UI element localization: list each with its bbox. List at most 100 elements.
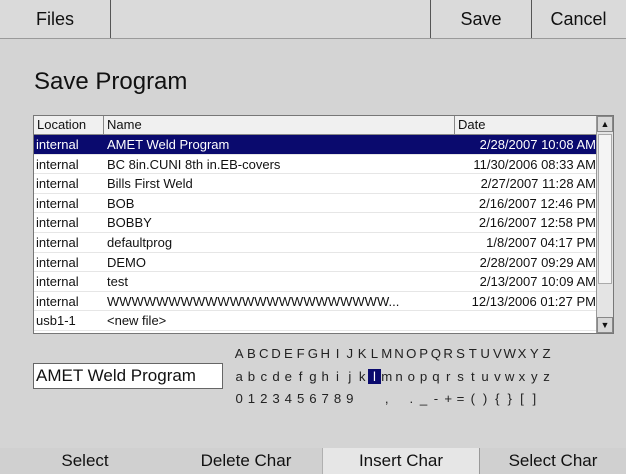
keyboard-key[interactable]: 8 [331, 391, 343, 406]
keyboard-key[interactable]: a [233, 369, 245, 384]
keyboard-key[interactable]: t [467, 369, 479, 384]
keyboard-key[interactable]: J [344, 346, 356, 361]
keyboard-key[interactable]: 9 [344, 391, 356, 406]
select-char-button[interactable]: Select Char [479, 448, 626, 474]
keyboard-key[interactable]: g [307, 369, 319, 384]
files-button[interactable]: Files [0, 0, 111, 38]
save-button[interactable]: Save [430, 0, 532, 38]
keyboard-key[interactable]: C [258, 346, 270, 361]
table-row[interactable]: internal BOB 2/16/2007 12:46 PM [34, 194, 596, 214]
keyboard-key[interactable]: V [491, 346, 503, 361]
keyboard-key[interactable]: 3 [270, 391, 282, 406]
keyboard-key[interactable]: R [442, 346, 454, 361]
keyboard-key[interactable]: O [405, 346, 417, 361]
scroll-thumb[interactable] [598, 134, 612, 284]
keyboard-key[interactable]: B [245, 346, 257, 361]
keyboard-key[interactable]: , [381, 391, 393, 406]
keyboard-key[interactable]: X [516, 346, 528, 361]
keyboard-key[interactable]: + [442, 391, 454, 406]
keyboard-key[interactable]: 1 [245, 391, 257, 406]
scroll-up-icon[interactable]: ▲ [597, 116, 613, 132]
keyboard-key[interactable]: k [356, 369, 368, 384]
keyboard-key[interactable]: c [258, 369, 270, 384]
keyboard-key[interactable]: S [454, 346, 466, 361]
table-row[interactable]: internal defaultprog 1/8/2007 04:17 PM [34, 233, 596, 253]
keyboard-key[interactable]: L [368, 346, 380, 361]
scroll-down-icon[interactable]: ▼ [597, 317, 613, 333]
keyboard-key[interactable]: I [331, 346, 343, 361]
keyboard-key[interactable]: _ [417, 391, 429, 406]
keyboard-key[interactable]: P [417, 346, 429, 361]
table-row[interactable]: usb1-1 <new file> [34, 311, 596, 331]
keyboard-key[interactable]: [ [516, 391, 528, 406]
table-row[interactable]: internal AMET Weld Program 2/28/2007 10:… [34, 135, 596, 155]
keyboard-key[interactable]: l [368, 369, 381, 384]
cell-date: 2/16/2007 12:58 PM [478, 215, 596, 231]
keyboard-key[interactable]: m [381, 369, 393, 384]
keyboard-key[interactable]: e [282, 369, 294, 384]
table-row[interactable]: internal test 2/13/2007 10:09 AM [34, 272, 596, 292]
keyboard-key[interactable]: r [442, 369, 454, 384]
keyboard-key[interactable]: A [233, 346, 245, 361]
column-header-name[interactable]: Name [104, 116, 455, 134]
keyboard-key[interactable]: ] [528, 391, 540, 406]
keyboard-key[interactable]: ) [479, 391, 491, 406]
keyboard-key[interactable]: w [504, 369, 516, 384]
vertical-scrollbar[interactable]: ▲ ▼ [596, 116, 613, 333]
keyboard-key[interactable]: D [270, 346, 282, 361]
keyboard-key[interactable]: y [528, 369, 540, 384]
keyboard-key[interactable]: j [344, 369, 356, 384]
keyboard-key[interactable]: q [430, 369, 442, 384]
keyboard-key[interactable]: n [393, 369, 405, 384]
table-row[interactable]: internal WWWWWWWWWWWWWWWWWWWWWWW... 12/1… [34, 292, 596, 312]
keyboard-key[interactable]: . [405, 391, 417, 406]
keyboard-key[interactable]: i [331, 369, 343, 384]
keyboard-key[interactable]: N [393, 346, 405, 361]
keyboard-key[interactable]: u [479, 369, 491, 384]
keyboard-key[interactable]: Q [430, 346, 442, 361]
keyboard-key[interactable]: = [454, 391, 466, 406]
filename-input[interactable]: AMET Weld Program [33, 363, 223, 389]
keyboard-key[interactable]: z [540, 369, 552, 384]
keyboard-key[interactable]: ( [467, 391, 479, 406]
keyboard-key[interactable]: x [516, 369, 528, 384]
keyboard-key[interactable]: M [381, 346, 393, 361]
keyboard-key[interactable]: G [307, 346, 319, 361]
keyboard-key[interactable]: d [270, 369, 282, 384]
keyboard-key[interactable]: - [430, 391, 442, 406]
keyboard-key[interactable]: } [504, 391, 516, 406]
keyboard-key[interactable]: p [417, 369, 429, 384]
keyboard-key[interactable]: 0 [233, 391, 245, 406]
keyboard-key[interactable]: v [491, 369, 503, 384]
keyboard-key[interactable]: f [294, 369, 306, 384]
select-button[interactable]: Select [0, 448, 170, 474]
keyboard-key[interactable]: Y [528, 346, 540, 361]
table-row[interactable]: internal Bills First Weld 2/27/2007 11:2… [34, 174, 596, 194]
table-row[interactable]: internal BOBBY 2/16/2007 12:58 PM [34, 213, 596, 233]
column-header-date[interactable]: Date [455, 116, 596, 134]
keyboard-key[interactable]: H [319, 346, 331, 361]
keyboard-key[interactable]: 5 [294, 391, 306, 406]
table-row[interactable]: internal DEMO 2/28/2007 09:29 AM [34, 253, 596, 273]
keyboard-key[interactable]: { [491, 391, 503, 406]
keyboard-key[interactable]: K [356, 346, 368, 361]
keyboard-key[interactable]: E [282, 346, 294, 361]
keyboard-key[interactable]: 7 [319, 391, 331, 406]
keyboard-key[interactable]: s [454, 369, 466, 384]
keyboard-key[interactable]: b [245, 369, 257, 384]
cancel-button[interactable]: Cancel [531, 0, 626, 38]
insert-char-button[interactable]: Insert Char [322, 448, 479, 474]
keyboard-key[interactable]: W [504, 346, 516, 361]
keyboard-key[interactable]: h [319, 369, 331, 384]
keyboard-key[interactable]: 2 [258, 391, 270, 406]
keyboard-key[interactable]: Z [540, 346, 552, 361]
keyboard-key[interactable]: o [405, 369, 417, 384]
delete-char-button[interactable]: Delete Char [170, 448, 322, 474]
keyboard-key[interactable]: 4 [282, 391, 294, 406]
table-row[interactable]: internal BC 8in.CUNI 8th in.EB-covers 11… [34, 155, 596, 175]
column-header-location[interactable]: Location [34, 116, 104, 134]
keyboard-key[interactable]: U [479, 346, 491, 361]
keyboard-key[interactable]: T [467, 346, 479, 361]
keyboard-key[interactable]: 6 [307, 391, 319, 406]
keyboard-key[interactable]: F [294, 346, 306, 361]
